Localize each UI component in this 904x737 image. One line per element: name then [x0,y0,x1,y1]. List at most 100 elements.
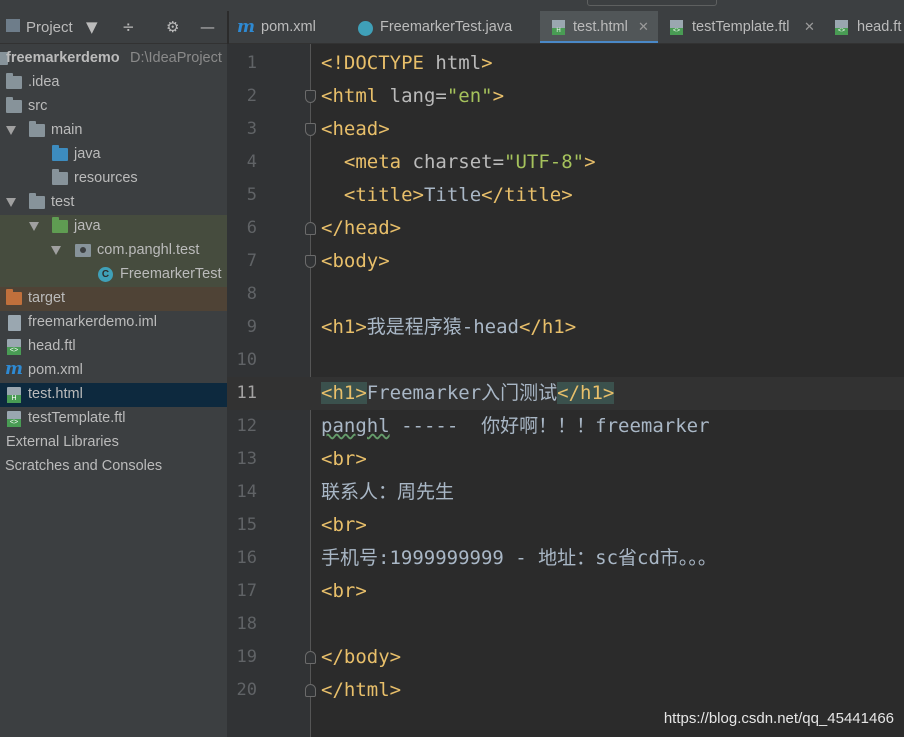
code-line[interactable]: 18 [227,608,904,641]
tab-label: head.ft [857,19,902,35]
code-text: <html lang="en"> [321,80,504,113]
fold-marker-icon[interactable] [305,255,316,268]
ftl-file-icon [835,20,848,35]
tree-item-external-libraries[interactable]: External Libraries [0,431,227,455]
tree-item-iml[interactable]: freemarkerdemo.iml [0,311,227,335]
close-icon[interactable]: ✕ [804,19,815,35]
tree-item-testtemplate[interactable]: testTemplate.ftl [0,407,227,431]
tree-item-freemarkertest[interactable]: FreemarkerTest [0,263,227,287]
fold-marker-icon[interactable] [305,651,316,664]
code-line[interactable]: 2 <html lang="en"> [227,80,904,113]
code-line[interactable]: 19 </body> [227,641,904,674]
code-text: 手机号:1999999999 - 地址：sc省cd市。。。 [321,542,717,575]
maven-icon: m [5,359,23,379]
gear-icon[interactable]: ⚙ [166,17,179,37]
tab-head-ftl[interactable]: head.ft [826,11,904,43]
code-token: html [435,52,482,74]
tree-item-test-java[interactable]: java [0,215,227,239]
code-line[interactable]: 3 <head> [227,113,904,146]
code-line[interactable]: 6 </head> [227,212,904,245]
code-line[interactable]: 10 [227,344,904,377]
fold-marker-icon[interactable] [305,684,316,697]
tree-item-main[interactable]: main [0,119,227,143]
line-number: 14 [236,482,257,502]
code-line[interactable]: 14 联系人：周先生 [227,476,904,509]
code-text: <!DOCTYPE html> [321,47,493,80]
code-line[interactable]: 16 手机号:1999999999 - 地址：sc省cd市。。。 [227,542,904,575]
tree-item-label: com.panghl.test [97,242,200,258]
code-line[interactable]: 11 <h1>Freemarker入门测试</h1> [227,377,904,410]
collapse-all-icon[interactable]: ÷ [122,17,135,37]
tree-item-pom[interactable]: m pom.xml [0,359,227,383]
expand-arrow-icon[interactable] [6,198,16,207]
tree-item-label: freemarkerdemo [6,50,120,66]
code-token: 我是程序猿-head [366,316,519,338]
expand-arrow-icon[interactable] [6,126,16,135]
tree-item-scratches[interactable]: Scratches and Consoles [0,455,227,479]
code-editor[interactable]: 1 <!DOCTYPE html> 2 <html lang="en"> 3 <head>… [227,44,904,737]
line-number: 7 [246,251,257,271]
code-line[interactable]: 4 <meta charset="UTF-8"> [227,146,904,179]
tree-item-main-java[interactable]: java [0,143,227,167]
project-view-icon [6,19,20,32]
code-line[interactable]: 8 [227,278,904,311]
line-number: 18 [236,614,257,634]
tab-pom-xml[interactable]: m pom.xml [229,11,345,43]
tab-test-html[interactable]: test.html ✕ [540,11,658,43]
code-line[interactable]: 15 <br> [227,509,904,542]
tree-item-package[interactable]: com.panghl.test [0,239,227,263]
expand-arrow-icon[interactable] [51,246,61,255]
excluded-folder-icon [6,289,22,305]
code-line[interactable]: 1 <!DOCTYPE html> [227,47,904,80]
project-tool-window: Project ▼ ÷ ⚙ — freemarkerdemo D:\IdeaPr… [0,0,227,737]
tree-item-resources[interactable]: resources [0,167,227,191]
code-token: </title> [481,184,573,206]
close-icon[interactable]: ✕ [638,19,649,35]
code-line[interactable]: 7 <body> [227,245,904,278]
code-text: </body> [321,641,401,674]
html-file-icon [552,20,565,35]
line-number: 16 [236,548,257,568]
fold-marker-icon[interactable] [305,90,316,103]
tree-item-head-ftl[interactable]: head.ftl [0,335,227,359]
line-number: 3 [246,119,257,139]
line-number: 1 [246,53,257,73]
fold-marker-icon[interactable] [305,222,316,235]
project-view-title[interactable]: Project [26,19,73,36]
view-dropdown-chevron-icon[interactable]: ▼ [86,17,98,37]
tab-testtemplate-ftl[interactable]: testTemplate.ftl ✕ [660,11,822,43]
tree-item-label: java [74,146,101,162]
tree-item-freemarkerdemo[interactable]: freemarkerdemo D:\IdeaProject [0,47,227,71]
code-text: </head> [321,212,401,245]
code-line[interactable]: 9 <h1>我是程序猿-head</h1> [227,311,904,344]
code-token: panghl [321,415,390,437]
tree-item-test[interactable]: test [0,191,227,215]
hide-panel-icon[interactable]: — [200,17,215,37]
code-line[interactable]: 12 panghl ----- 你好啊！！！freemarker [227,410,904,443]
code-text: <br> [321,509,367,542]
code-line[interactable]: 17 <br> [227,575,904,608]
code-line[interactable]: 20 </html> [227,674,904,707]
code-token: charset= [412,151,505,173]
expand-arrow-icon[interactable] [29,222,39,231]
code-text: <h1>Freemarker入门测试</h1> [321,377,615,410]
line-number: 15 [236,515,257,535]
code-line[interactable]: 5 <title>Title</title> [227,179,904,212]
line-number: 5 [246,185,257,205]
code-line[interactable]: 13 <br> [227,443,904,476]
code-token: "UTF-8" [504,151,585,173]
tree-item-idea[interactable]: .idea [0,71,227,95]
fold-marker-icon[interactable] [305,123,316,136]
tab-freemarkertest-java[interactable]: FreemarkerTest.java [347,11,538,43]
tree-item-src[interactable]: src [0,95,227,119]
project-toolbar: Project ▼ ÷ ⚙ — [0,0,227,44]
tree-item-target[interactable]: target [0,287,227,311]
tree-item-label: pom.xml [28,362,83,378]
tree-item-test-html[interactable]: test.html [0,383,227,407]
run-config-box[interactable] [587,0,717,6]
code-token: </html> [321,679,402,701]
package-icon [75,244,91,257]
folder-icon [29,121,45,137]
